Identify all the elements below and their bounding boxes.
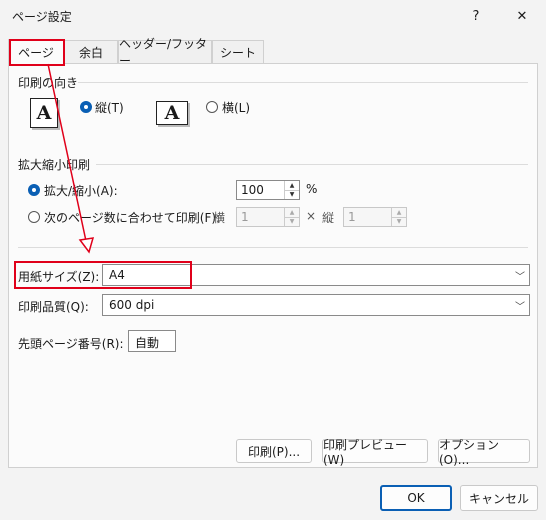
annotation-arrow (47, 63, 95, 254)
